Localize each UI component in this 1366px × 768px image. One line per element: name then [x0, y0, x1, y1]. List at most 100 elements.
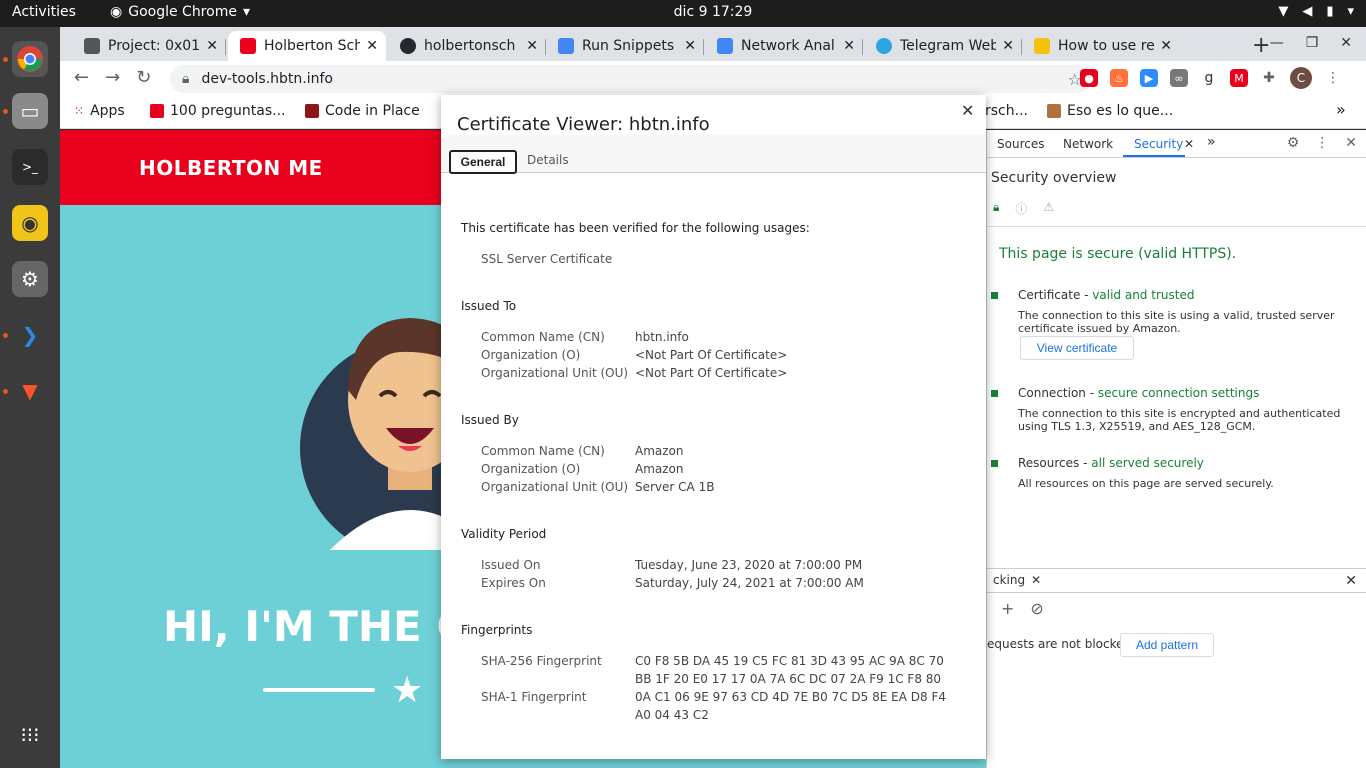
bookmark-label: Eso es lo que... [1067, 103, 1174, 119]
extension-glasses-icon[interactable]: ∞ [1170, 69, 1188, 87]
bookmark-favicon [150, 104, 164, 118]
extension-stop-icon[interactable]: ● [1080, 69, 1098, 87]
system-top-bar: Activities ◉ Google Chrome ▾ dic 9 17:29 ▼… [0, 0, 1366, 27]
new-tab-button[interactable]: + [1252, 33, 1270, 58]
devtools-panel: Sources Network Security ✕ » ⚙ ⋮ ✕ Securit… [986, 130, 1366, 768]
maximize-button[interactable]: ❐ [1306, 35, 1319, 51]
reload-button[interactable]: ↻ [136, 67, 151, 88]
dock: ▭ >_ ◉ ⚙ ❯ ▼ ⁝⁝⁝ [0, 27, 60, 768]
drawer-tab-request-blocking[interactable]: cking ✕ [987, 573, 1041, 587]
tab-security[interactable]: Security [1134, 137, 1183, 151]
tab-favicon [84, 38, 100, 54]
running-indicator [3, 57, 8, 62]
view-certificate-button[interactable]: View certificate [1020, 336, 1134, 360]
tab-run-snippets[interactable]: Run Snippets ✕ [546, 31, 704, 61]
hero-headline: HI, I'M THE C [163, 602, 468, 651]
tab-title: Telegram Web [900, 38, 997, 54]
tab-title: Holberton Sch [264, 38, 361, 54]
lock-icon[interactable]: 🔒︎ [993, 200, 999, 217]
close-icon[interactable]: ✕ [1184, 137, 1194, 151]
sha256-value-line2: BB 1F 20 E0 17 17 0A 7A 6C DC 07 2A F9 1… [635, 672, 942, 686]
tab-network[interactable]: Network [1063, 137, 1113, 151]
issued-by-cn-label: Common Name (CN) [481, 444, 605, 458]
bookmark-label: Apps [90, 103, 125, 119]
close-icon[interactable]: ✕ [843, 38, 855, 54]
vscode-icon[interactable]: ❯ [12, 317, 48, 353]
info-icon[interactable]: ⓘ [1015, 200, 1027, 217]
menu-kebab-icon[interactable]: ⋮ [1324, 69, 1342, 87]
tab-holberton[interactable]: Holberton Sch ✕ [228, 31, 386, 61]
bookmark-100-preguntas[interactable]: 100 preguntas... [150, 103, 285, 119]
extension-m-icon[interactable]: M [1230, 69, 1248, 87]
battery-icon: ▮ [1326, 4, 1334, 19]
tab-favicon [717, 38, 733, 54]
tab-how-to-use[interactable]: How to use re ✕ [1022, 31, 1180, 61]
terminal-icon[interactable]: >_ [12, 149, 48, 185]
bookmark-apps[interactable]: ⁙ Apps [74, 103, 125, 119]
rhythmbox-icon[interactable]: ◉ [12, 205, 48, 241]
forward-button[interactable]: → [105, 67, 120, 88]
add-pattern-button[interactable]: Add pattern [1120, 633, 1214, 657]
add-pattern-icon[interactable]: + [1001, 599, 1014, 618]
tab-telegram[interactable]: Telegram Web ✕ [864, 31, 1022, 61]
clear-icon[interactable]: ⊘ [1030, 599, 1043, 618]
tab-title: Network Anal [741, 38, 835, 54]
close-window-button[interactable]: ✕ [1340, 35, 1352, 51]
bookmark-code-in-place[interactable]: Code in Place [305, 103, 420, 119]
settings-icon[interactable]: ⚙ [12, 261, 48, 297]
kebab-menu-icon[interactable]: ⋮ [1315, 135, 1329, 151]
expires-on-value: Saturday, July 24, 2021 at 7:00:00 AM [635, 576, 864, 590]
issued-by-o-label: Organization (O) [481, 462, 581, 476]
show-apps-icon[interactable]: ⁝⁝⁝ [12, 717, 48, 753]
profile-avatar[interactable]: C [1290, 67, 1312, 89]
warning-icon[interactable]: ⚠ [1043, 200, 1054, 217]
more-bookmarks-chevron-icon[interactable]: » [1336, 100, 1346, 119]
tab-favicon [558, 38, 574, 54]
bookmark-eso-es-lo-que[interactable]: Eso es lo que... [1047, 103, 1173, 119]
close-icon[interactable]: ✕ [1160, 38, 1172, 54]
bookmark-rsch[interactable]: rsch... [985, 103, 1028, 119]
close-icon[interactable]: ✕ [1345, 135, 1357, 151]
tab-sources[interactable]: Sources [997, 137, 1044, 151]
close-icon[interactable]: ✕ [961, 101, 974, 120]
gear-icon[interactable]: ⚙ [1287, 135, 1300, 151]
brave-icon[interactable]: ▼ [12, 373, 48, 409]
site-brand[interactable]: HOLBERTON ME [139, 156, 323, 180]
back-button[interactable]: ← [74, 67, 89, 88]
tab-details[interactable]: Details [527, 153, 569, 167]
close-icon[interactable]: ✕ [684, 38, 696, 54]
extensions-puzzle-icon[interactable]: ✚ [1260, 69, 1278, 87]
chrome-icon[interactable] [12, 41, 48, 77]
blocking-status-message: equests are not blocked. [987, 637, 1135, 651]
extension-zoom-icon[interactable]: ▶ [1140, 69, 1158, 87]
close-icon[interactable]: ✕ [206, 38, 218, 54]
system-tray[interactable]: ▼ ◀ ▮ ▾ [1278, 4, 1354, 19]
issued-to-ou-value: <Not Part Of Certificate> [635, 366, 788, 380]
tab-general[interactable]: General [449, 150, 517, 174]
close-icon[interactable]: ✕ [1031, 573, 1041, 587]
files-icon[interactable]: ▭ [12, 93, 48, 129]
secure-status-message: This page is secure (valid HTTPS). [999, 246, 1237, 262]
bookmark-favicon [1047, 104, 1061, 118]
tab-project[interactable]: Project: 0x01. ✕ [72, 31, 226, 61]
more-tabs-chevron-icon[interactable]: » [1207, 134, 1216, 150]
running-indicator [3, 389, 8, 394]
clock[interactable]: dic 9 17:29 [0, 4, 1366, 20]
tab-network-analysis[interactable]: Network Anal ✕ [705, 31, 863, 61]
minimize-button[interactable]: — [1270, 35, 1284, 51]
lock-icon[interactable]: 🔒︎ [182, 71, 189, 87]
close-icon[interactable]: ✕ [1002, 38, 1014, 54]
close-icon[interactable]: ✕ [366, 38, 378, 54]
apps-grid-icon: ⁙ [74, 104, 85, 118]
address-bar[interactable]: 🔒︎ dev-tools.hbtn.info ☆ [170, 65, 1092, 93]
issued-on-value: Tuesday, June 23, 2020 at 7:00:00 PM [635, 558, 863, 572]
extension-grammarly-icon[interactable]: g [1200, 69, 1218, 87]
extension-fire-icon[interactable]: ♨ [1110, 69, 1128, 87]
tab-github[interactable]: holbertonsch ✕ [388, 31, 546, 61]
chevron-down-icon: ▾ [1347, 4, 1354, 19]
close-drawer-icon[interactable]: ✕ [1345, 573, 1357, 589]
connection-status[interactable]: secure connection settings [1098, 386, 1260, 400]
connection-description: The connection to this site is encrypted… [1018, 407, 1341, 433]
close-icon[interactable]: ✕ [526, 38, 538, 54]
divider-line [263, 688, 375, 692]
